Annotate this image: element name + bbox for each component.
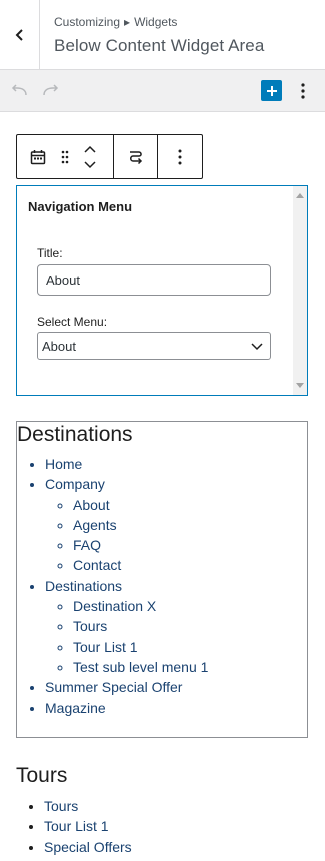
widget-preview: Destinations Home Company About Agents F… bbox=[16, 421, 308, 738]
chevron-left-icon bbox=[15, 29, 23, 41]
menu-link-tour-list-1[interactable]: Tour List 1 bbox=[73, 639, 138, 655]
menu-item: Destinations Destination X Tours Tour Li… bbox=[45, 576, 208, 677]
menu-link-magazine[interactable]: Magazine bbox=[45, 700, 106, 716]
menu-link-contact[interactable]: Contact bbox=[73, 557, 121, 573]
menu-item: Company About Agents FAQ Contact bbox=[45, 474, 208, 575]
transform-icon[interactable] bbox=[127, 148, 145, 166]
vertical-ellipsis-icon[interactable] bbox=[292, 80, 314, 102]
tours-link-tours[interactable]: Tours bbox=[44, 798, 78, 814]
menu-link-destinations[interactable]: Destinations bbox=[45, 578, 122, 594]
title-input[interactable]: About bbox=[37, 264, 271, 296]
submenu-item: About bbox=[73, 495, 208, 515]
menu-link-home[interactable]: Home bbox=[45, 456, 82, 472]
calendar-icon[interactable] bbox=[29, 148, 47, 166]
select-menu-label: Select Menu: bbox=[37, 315, 108, 329]
block-toolbar-group-options bbox=[158, 135, 202, 178]
options-icon[interactable] bbox=[178, 149, 182, 165]
tours-heading: Tours bbox=[16, 764, 68, 787]
menu-link-test-sub-level[interactable]: Test sub level menu 1 bbox=[73, 659, 208, 675]
menu-link-destination-x[interactable]: Destination X bbox=[73, 598, 156, 614]
undo-icon[interactable] bbox=[8, 80, 30, 102]
submenu-item: Agents bbox=[73, 515, 208, 535]
block-toolbar bbox=[16, 134, 203, 179]
back-button[interactable] bbox=[0, 0, 40, 70]
chevron-down-icon bbox=[251, 343, 263, 351]
menu-link-faq[interactable]: FAQ bbox=[73, 537, 101, 553]
navigation-menu-widget: Navigation Menu Title: About Select Menu… bbox=[16, 185, 308, 396]
block-toolbar-group-transform bbox=[114, 135, 158, 178]
menu-link-summer-offer[interactable]: Summer Special Offer bbox=[45, 679, 182, 695]
breadcrumb-parent: Customizing bbox=[54, 15, 121, 29]
add-block-button[interactable] bbox=[261, 80, 282, 101]
tours-item: Tours bbox=[44, 796, 132, 816]
customizer-header: Customizing ▸ Widgets Below Content Widget… bbox=[0, 0, 325, 70]
menu-item: Summer Special Offer bbox=[45, 677, 208, 697]
block-toolbar-group-main bbox=[17, 135, 114, 178]
tours-link-special-offers[interactable]: Special Offers bbox=[44, 839, 132, 855]
widget-title: Navigation Menu bbox=[28, 199, 133, 214]
widget-scrollbar[interactable] bbox=[293, 186, 307, 395]
submenu-item: Tour List 1 bbox=[73, 637, 208, 657]
breadcrumb-current: Widgets bbox=[134, 15, 178, 29]
title-label: Title: bbox=[37, 246, 63, 260]
plus-icon bbox=[266, 85, 277, 96]
select-menu-value: About bbox=[42, 338, 76, 354]
submenu-item: Destination X bbox=[73, 596, 208, 616]
select-menu-dropdown[interactable]: About bbox=[37, 332, 271, 360]
submenu-item: FAQ bbox=[73, 535, 208, 555]
tours-widget: Tours Tours Tour List 1 Special Offers bbox=[16, 764, 308, 855]
menu-item: Home bbox=[45, 454, 208, 474]
breadcrumb-separator: ▸ bbox=[124, 15, 131, 29]
tours-link-tour-list-1[interactable]: Tour List 1 bbox=[44, 818, 109, 834]
menu-link-tours[interactable]: Tours bbox=[73, 618, 107, 634]
drag-handle-icon[interactable] bbox=[57, 148, 73, 166]
submenu-item: Tours bbox=[73, 616, 208, 636]
tours-item: Special Offers bbox=[44, 837, 132, 857]
preview-menu: Home Company About Agents FAQ Contact De… bbox=[45, 454, 208, 718]
breadcrumb: Customizing ▸ Widgets bbox=[54, 15, 177, 29]
redo-icon[interactable] bbox=[40, 80, 62, 102]
move-up-down-icon[interactable] bbox=[81, 142, 99, 172]
menu-link-agents[interactable]: Agents bbox=[73, 517, 117, 533]
tours-menu: Tours Tour List 1 Special Offers bbox=[44, 796, 132, 857]
scroll-up-arrow-icon[interactable] bbox=[296, 193, 304, 198]
submenu-item: Contact bbox=[73, 555, 208, 575]
menu-link-company[interactable]: Company bbox=[45, 476, 105, 492]
tours-item: Tour List 1 bbox=[44, 816, 132, 836]
page-title: Below Content Widget Area bbox=[54, 36, 265, 55]
menu-link-about[interactable]: About bbox=[73, 497, 110, 513]
scroll-down-arrow-icon[interactable] bbox=[296, 383, 304, 388]
submenu-item: Test sub level menu 1 bbox=[73, 657, 208, 677]
preview-heading: Destinations bbox=[17, 423, 133, 446]
menu-item: Magazine bbox=[45, 698, 208, 718]
